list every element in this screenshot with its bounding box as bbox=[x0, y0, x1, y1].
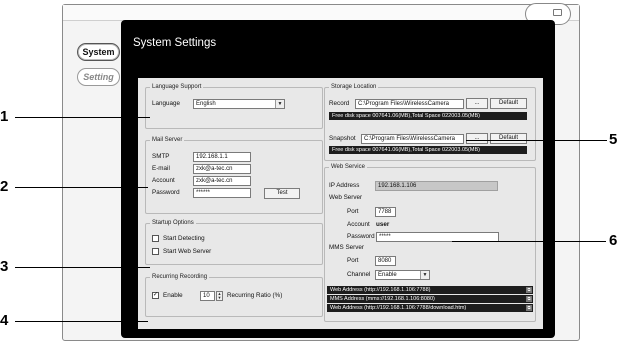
settings-content: Language Support Language English ▼ Mail… bbox=[138, 78, 543, 329]
record-free-space: Free disk space 007641.06(MB),Total Spac… bbox=[329, 112, 527, 120]
recurring-recording-group: Recurring Recording ✓ Enable 10 ▲ ▼ Recur… bbox=[145, 273, 323, 317]
mms-port-label: Port bbox=[347, 257, 359, 264]
callout-number-4: 4 bbox=[0, 312, 9, 329]
password-label: Password bbox=[152, 189, 180, 196]
mms-port-field[interactable]: 8080 bbox=[375, 256, 396, 266]
web-address-text: Web Address (http://192.168.1.106:7788) bbox=[330, 287, 431, 293]
ip-address-field: 192.168.1.106 bbox=[375, 181, 498, 191]
snapshot-path-field[interactable]: C:\Program Files\WirelessCamera bbox=[361, 134, 464, 144]
callout-line-4 bbox=[15, 321, 148, 322]
record-default-button[interactable]: Default bbox=[490, 98, 527, 109]
record-label: Record bbox=[329, 100, 350, 107]
start-web-server-checkbox[interactable] bbox=[152, 248, 159, 255]
download-address-text: Web Address (http://192.168.1.106:7788/d… bbox=[330, 305, 467, 311]
group-title: Web Service bbox=[329, 163, 367, 171]
mms-address-text: MMS Address (mms://192.168.1.106:8080) bbox=[330, 296, 435, 302]
channel-label: Channel bbox=[347, 271, 371, 278]
snapshot-browse-button[interactable]: ... bbox=[466, 133, 488, 144]
mail-server-group: Mail Server SMTP 192.168.1.1 E-mail zxk@… bbox=[145, 136, 323, 214]
group-title: Mail Server bbox=[150, 136, 185, 144]
start-detecting-checkbox[interactable] bbox=[152, 235, 159, 242]
account-label: Account bbox=[152, 177, 175, 184]
mms-address-bar: MMS Address (mms://192.168.1.106:8080) ⧉ bbox=[327, 295, 533, 303]
web-port-field[interactable]: 7788 bbox=[375, 207, 396, 217]
group-title: Recurring Recording bbox=[150, 273, 210, 281]
callout-line-6 bbox=[452, 241, 606, 242]
callout-line-1 bbox=[15, 117, 150, 118]
start-detecting-label: Start Detecting bbox=[163, 235, 205, 242]
callout-number-5: 5 bbox=[609, 131, 618, 148]
panel-title: System Settings bbox=[133, 37, 217, 49]
enable-label: Enable bbox=[163, 292, 183, 299]
record-path-field[interactable]: C:\Program Files\WirelessCamera bbox=[355, 99, 464, 109]
email-label: E-mail bbox=[152, 165, 170, 172]
chevron-down-icon[interactable]: ▼ bbox=[420, 271, 429, 279]
channel-value: Enable bbox=[378, 272, 397, 278]
callout-number-3: 3 bbox=[0, 258, 9, 275]
start-web-server-label: Start Web Server bbox=[163, 248, 212, 255]
web-account-value: user bbox=[376, 221, 390, 228]
mms-server-label: MMS Server bbox=[329, 244, 364, 251]
test-button[interactable]: Test bbox=[264, 188, 300, 199]
storage-location-group: Storage Location Record C:\Program Files… bbox=[324, 83, 536, 161]
group-title: Language Support bbox=[150, 83, 204, 91]
callout-number-1: 1 bbox=[0, 108, 9, 125]
callout-line-3 bbox=[15, 267, 150, 268]
web-address-bar: Web Address (http://192.168.1.106:7788) … bbox=[327, 286, 533, 294]
record-browse-button[interactable]: ... bbox=[466, 98, 488, 109]
sidebar-setting-button[interactable]: Setting bbox=[77, 68, 120, 86]
snapshot-label: Snapshot bbox=[329, 135, 356, 142]
window-top-strip bbox=[63, 5, 579, 21]
smtp-field[interactable]: 192.168.1.1 bbox=[193, 152, 251, 162]
smtp-label: SMTP bbox=[152, 153, 170, 160]
account-field[interactable]: zxk@a-tec.cn bbox=[193, 176, 251, 186]
snapshot-free-space: Free disk space 007641.06(MB),Total Spac… bbox=[329, 146, 527, 154]
startup-options-group: Startup Options Start Detecting Start We… bbox=[145, 219, 323, 265]
recurring-value-field[interactable]: 10 bbox=[200, 291, 215, 301]
copy-icon[interactable]: ⧉ bbox=[526, 287, 532, 293]
copy-icon[interactable]: ⧉ bbox=[526, 305, 532, 311]
snapshot-default-button[interactable]: Default bbox=[490, 133, 527, 144]
callout-line-2 bbox=[15, 187, 148, 188]
ip-address-label: IP Address bbox=[329, 182, 360, 189]
download-address-bar: Web Address (http://192.168.1.106:7788/d… bbox=[327, 304, 533, 312]
language-select[interactable]: English ▼ bbox=[193, 99, 285, 109]
email-field[interactable]: zxk@a-tec.cn bbox=[193, 164, 251, 174]
recurring-ratio-label: Recurring Ratio (%) bbox=[227, 292, 283, 299]
group-title: Storage Location bbox=[329, 83, 379, 91]
copy-icon[interactable]: ⧉ bbox=[526, 296, 532, 302]
callout-line-5 bbox=[466, 140, 607, 141]
language-label: Language bbox=[152, 100, 181, 107]
group-title: Startup Options bbox=[150, 219, 196, 227]
language-support-group: Language Support Language English ▼ bbox=[145, 83, 323, 129]
web-account-label: Account bbox=[347, 221, 370, 228]
callout-number-6: 6 bbox=[609, 232, 618, 249]
channel-select[interactable]: Enable ▼ bbox=[375, 270, 430, 280]
enable-checkbox[interactable]: ✓ bbox=[152, 292, 159, 299]
password-field[interactable]: ****** bbox=[193, 188, 251, 198]
web-service-group: Web Service IP Address 192.168.1.106 Web… bbox=[324, 163, 536, 322]
sidebar-system-button[interactable]: System bbox=[77, 43, 120, 61]
callout-number-2: 2 bbox=[0, 178, 9, 195]
web-port-label: Port bbox=[347, 208, 359, 215]
chevron-down-icon[interactable]: ▼ bbox=[275, 100, 284, 108]
web-password-label: Password bbox=[347, 233, 375, 240]
minimize-icon bbox=[553, 9, 562, 16]
language-value: English bbox=[196, 101, 216, 107]
system-settings-panel: System Settings Language Support Languag… bbox=[121, 20, 555, 338]
web-server-label: Web Server bbox=[329, 194, 363, 201]
spinner-arrows-icon[interactable]: ▲ ▼ bbox=[216, 291, 223, 301]
